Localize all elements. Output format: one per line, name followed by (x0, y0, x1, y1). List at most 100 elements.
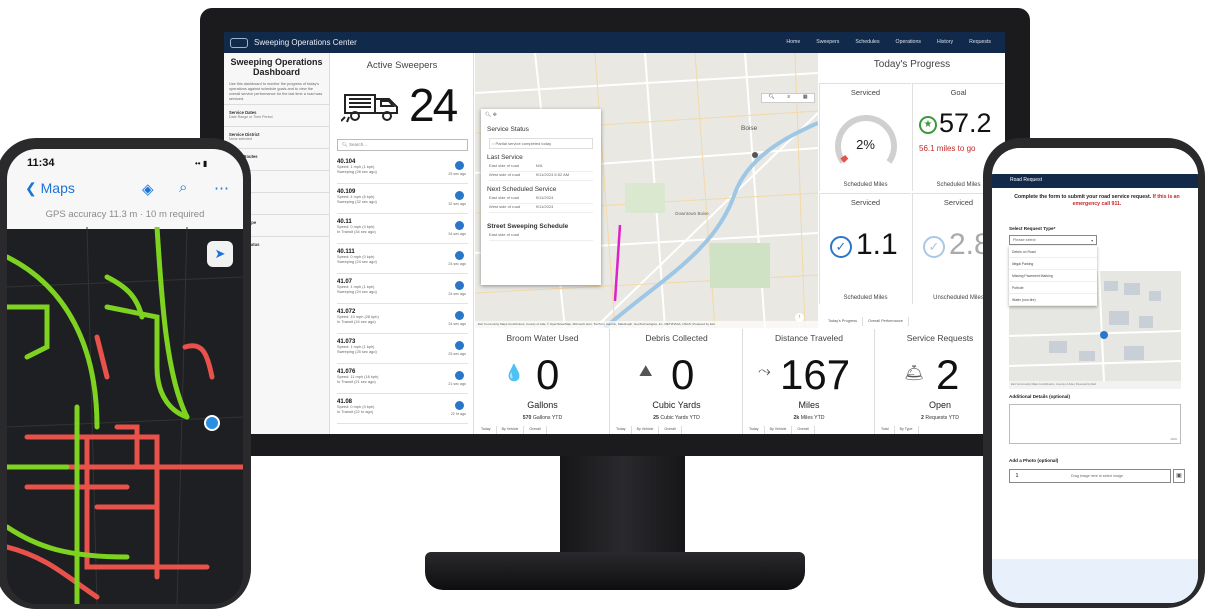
sweeper-list-item[interactable]: 40.11 Speed: 0 mph (0 kph) In Transit (34 … (337, 217, 468, 244)
status-bar-icons: •• ▮ (195, 159, 208, 168)
kpi-tab[interactable]: By Vehicle (765, 426, 793, 434)
kpi-ytd-label: Cubic Yards YTD (658, 415, 700, 421)
sweeper-list-item[interactable]: 41.076 Speed: 11 mph (18 kph) In Transit (… (337, 367, 468, 394)
sweeper-list-item[interactable]: 41.07 Speed: 1 mph (1 kph) Sweeping (24 se… (337, 277, 468, 304)
serviced-footer: Scheduled Miles (843, 182, 888, 188)
kpi-tabs: Today By Vehicle Overall (744, 426, 815, 434)
sweeper-list-item[interactable]: 40.104 Speed: 1 mph (1 kph) Sweeping (28 s… (337, 157, 468, 184)
kpi-value: 0 (536, 351, 560, 398)
kpi-tab[interactable]: By Vehicle (632, 426, 660, 434)
kpi-tab[interactable]: Overall (524, 426, 547, 434)
sweeper-direction-icon (455, 281, 464, 290)
serviced-scheduled-card: Serviced ✓ 1.1 Scheduled Miles (819, 193, 911, 304)
filter-1[interactable]: Service District None selected (224, 125, 329, 148)
kpi-tab[interactable]: Total (876, 426, 895, 434)
option-water[interactable]: Water (non-fire) (1009, 294, 1097, 306)
search-icon[interactable]: ⌕ (179, 179, 187, 196)
goal-note: 56.1 miles to go (919, 144, 976, 153)
sweeper-status: In Transit (22 hr ago) (337, 408, 374, 414)
popup-row-value: 9/11/2024 6:52 AM (535, 172, 570, 177)
map-downtown-label: Downtown Boise (675, 211, 709, 216)
layers-icon[interactable]: ◈ (142, 180, 154, 198)
sweeper-direction-icon (455, 251, 464, 260)
map-toolbar: 🔍︎ ≡ ▦ (761, 93, 815, 103)
nav-schedules[interactable]: Schedules (847, 32, 887, 54)
filter-sub: None selected (229, 136, 252, 141)
back-to-maps-button[interactable]: ❮ Maps (25, 180, 75, 197)
option-pothole[interactable]: Pothole (1009, 282, 1097, 294)
option-missing-marking[interactable]: Missing Pavement Marking (1009, 270, 1097, 282)
tab-overall-performance[interactable]: Overall Performance (863, 317, 909, 326)
chevron-down-icon: ▾ (1091, 239, 1093, 243)
active-sweepers-panel: Active Sweepers 24 🔍︎ Search... 40.104 Sp… (331, 53, 474, 434)
dashboard-description: Use this dashboard to monitor the progre… (229, 82, 323, 101)
nav-requests[interactable]: Requests (961, 32, 999, 54)
kpi-tab[interactable]: Today (476, 426, 497, 434)
option-debris[interactable]: Debris on Road (1009, 246, 1097, 258)
sweeper-list-item[interactable]: 40.109 Speed: 4 mph (6 kph) Sweeping (32 s… (337, 187, 468, 214)
check-circle-icon: ✓ (830, 236, 852, 258)
dashboard-title: Sweeping Operations Dashboard (230, 57, 323, 77)
instructions-text: Complete the form to submit your road se… (1014, 194, 1152, 200)
map-basemap-icon[interactable]: ▦ (803, 94, 808, 102)
serviced2-footer: Scheduled Miles (843, 295, 888, 301)
popup-last-service-heading: Last Service (487, 154, 523, 161)
kpi-title: Debris Collected (645, 333, 708, 343)
nav-operations[interactable]: Operations (887, 32, 929, 54)
serviced-gauge-card: Serviced 2% Scheduled Miles (819, 83, 911, 191)
goal-label: Goal (950, 88, 967, 97)
filter-sub: Date Range or Time Period (229, 114, 273, 119)
camera-icon[interactable]: ▣ (1173, 469, 1185, 483)
option-illegal-parking[interactable]: Illegal Parking (1009, 258, 1097, 270)
request-type-select[interactable]: Please select ▾ (1009, 235, 1097, 245)
kpi-ytd: 570 Gallons YTD (476, 415, 609, 421)
nav-home[interactable]: Home (778, 32, 808, 54)
kpi-tab[interactable]: Today (744, 426, 765, 434)
sweeper-last-update: 29 sec ago (448, 172, 466, 176)
kpi-card: Broom Water Used 💧 0 Gallons 570 Gallons YTD… (476, 329, 610, 434)
kpi-ytd: 25 Cubic Yards YTD (611, 415, 742, 421)
kpi-tab[interactable]: Overall (792, 426, 815, 434)
sweeper-search-input[interactable]: 🔍︎ Search... (337, 139, 468, 151)
sweeper-list-item[interactable]: 41.072 Speed: 10 mph (28 kph) In Transit (… (337, 307, 468, 334)
tab-todays-progress[interactable]: Today's Progress (823, 317, 864, 326)
popup-service-status-heading: Service Status (487, 126, 529, 133)
photo-count: 1 (1015, 473, 1019, 479)
progress-title: Today's Progress (873, 59, 951, 70)
monitor-stand (560, 456, 685, 556)
kpi-tab[interactable]: Today (611, 426, 632, 434)
filter-0[interactable]: Service Dates Date Range or Time Period (224, 103, 329, 126)
kpi-unit: Gallons (527, 400, 558, 410)
kpi-tab[interactable]: By Type (895, 426, 919, 434)
sweeper-list-item[interactable]: 40.111 Speed: 0 mph (0 kph) Sweeping (24 s… (337, 247, 468, 274)
status-bar-time: 11:34 (27, 157, 55, 169)
popup-row: West side of road 9/11/2024 (489, 204, 593, 213)
monitor-base (425, 552, 805, 590)
operations-map[interactable]: Boise Downtown Boise 🔍︎ ≡ ▦ ↑ 🔍︎ ✥ Service… (475, 53, 818, 328)
kpi-tab[interactable]: By Vehicle (497, 426, 525, 434)
popup-row-value: 9/11/2024 (535, 195, 554, 200)
details-label: Additional Details (optional) (1009, 394, 1070, 399)
location-map-attribution: Esri Community Maps Contributors, County… (1009, 381, 1181, 389)
map-layers-icon[interactable]: ≡ (787, 94, 790, 102)
popup-schedule-heading: Street Sweeping Schedule (487, 223, 569, 230)
nav-history[interactable]: History (929, 32, 961, 54)
kpi-title: Broom Water Used (506, 333, 579, 343)
kpi-ytd: 2k Miles YTD (744, 415, 874, 421)
more-icon[interactable]: ⋯ (214, 179, 229, 197)
map-search-icon[interactable]: 🔍︎ (768, 94, 774, 102)
photo-drop-zone[interactable]: 1 Drag image here to select image (1009, 469, 1171, 483)
photo-hint: Drag image here to select image (1071, 474, 1123, 478)
sweeper-direction-icon (455, 161, 464, 170)
kpi-tab[interactable]: Overall (659, 426, 682, 434)
navigation-arrow-icon[interactable]: ➤ (207, 241, 233, 267)
popup-zoom-icon[interactable]: 🔍︎ ✥ (481, 109, 601, 121)
sweeper-list-item[interactable]: 41.08 Speed: 0 mph (0 kph) In Transit (22 … (337, 397, 468, 424)
nav-sweepers[interactable]: Sweepers (808, 32, 847, 54)
popup-row: East side of road N/A (489, 163, 593, 172)
sweeper-direction-icon (455, 371, 464, 380)
details-textarea[interactable]: 4000 (1009, 404, 1181, 444)
map-attribution: Esri Community Maps Contributors, County… (475, 321, 818, 328)
active-sweepers-count: 24 (409, 79, 458, 131)
sweeper-list-item[interactable]: 41.073 Speed: 1 mph (1 kph) Sweeping (25 s… (337, 337, 468, 364)
